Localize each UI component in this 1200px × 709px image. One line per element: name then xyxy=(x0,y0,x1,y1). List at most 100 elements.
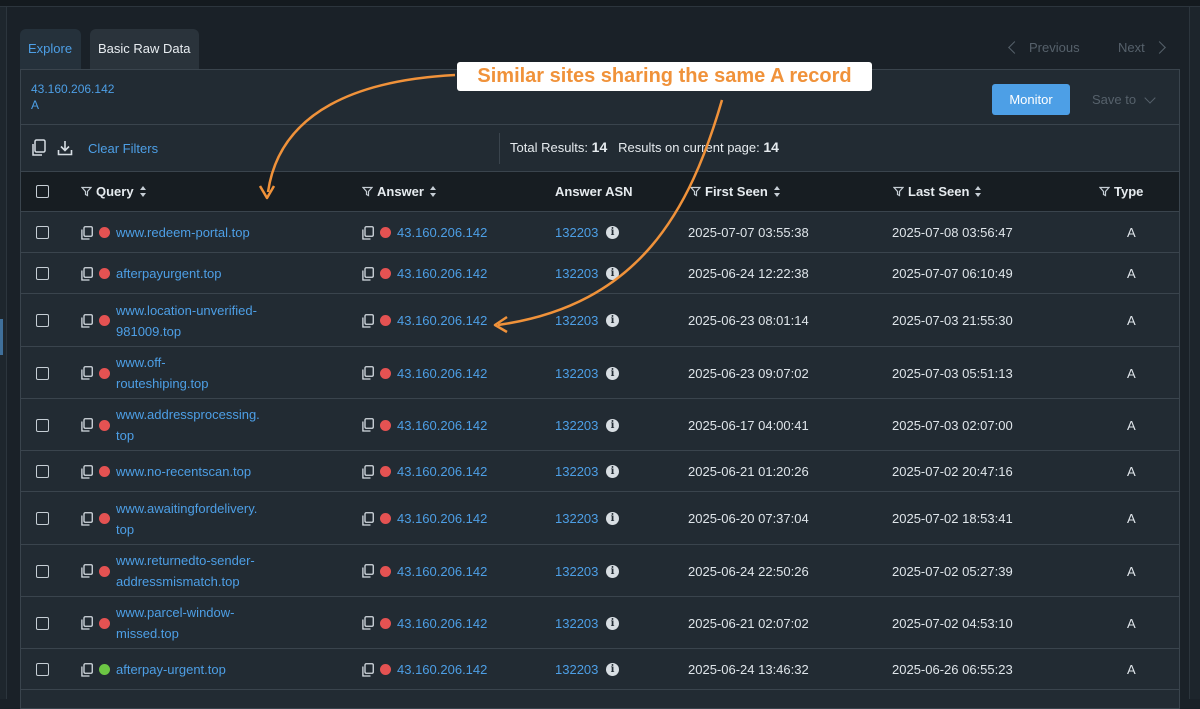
info-icon[interactable]: i xyxy=(606,226,619,239)
info-icon[interactable]: i xyxy=(606,418,619,432)
right-scroll-gutter[interactable] xyxy=(1189,7,1200,699)
table-row[interactable]: www.returnedto-sender-addressmismatch.to… xyxy=(21,545,1179,597)
copy-icon[interactable] xyxy=(81,564,93,578)
asn-link[interactable]: 132203 xyxy=(555,508,598,529)
query-link[interactable]: afterpay-urgent.top xyxy=(116,659,226,680)
query-link[interactable]: www.no-recentscan.top xyxy=(116,461,251,482)
row-checkbox[interactable] xyxy=(36,663,49,676)
row-checkbox[interactable] xyxy=(36,366,49,380)
save-to-dropdown[interactable]: Save to xyxy=(1092,84,1156,115)
answer-link[interactable]: 43.160.206.142 xyxy=(397,461,487,482)
asn-link[interactable]: 132203 xyxy=(555,363,598,384)
filter-icon[interactable] xyxy=(893,186,904,197)
copy-icon[interactable] xyxy=(81,313,93,328)
filter-icon[interactable] xyxy=(690,186,701,197)
table-row[interactable]: afterpay-urgent.top 43.160.206.142 132203 i… xyxy=(21,649,1179,690)
column-last-seen[interactable]: Last Seen xyxy=(893,184,982,199)
asn-link[interactable]: 132203 xyxy=(555,263,598,284)
info-icon[interactable]: i xyxy=(606,267,619,280)
info-icon[interactable]: i xyxy=(606,465,619,478)
copy-icon[interactable] xyxy=(362,225,374,240)
copy-icon[interactable] xyxy=(362,313,374,328)
query-link[interactable]: www.parcel-window-missed.top xyxy=(116,602,234,644)
row-checkbox[interactable] xyxy=(36,512,49,525)
copy-icon[interactable] xyxy=(362,511,374,526)
table-row[interactable]: www.location-unverified- 981009.top 43.160… xyxy=(21,294,1179,347)
copy-icon[interactable] xyxy=(362,662,374,677)
copy-icon[interactable] xyxy=(362,564,374,578)
info-icon[interactable]: i xyxy=(606,366,619,380)
filter-icon[interactable] xyxy=(362,186,373,197)
previous-page-button[interactable]: Previous xyxy=(1008,40,1080,55)
asn-link[interactable]: 132203 xyxy=(555,222,598,243)
asn-link[interactable]: 132203 xyxy=(555,310,598,331)
row-checkbox[interactable] xyxy=(36,267,49,280)
copy-icon[interactable] xyxy=(81,366,93,380)
copy-icon[interactable] xyxy=(81,464,93,479)
search-ip-link[interactable]: 43.160.206.142 xyxy=(31,82,114,96)
table-row[interactable]: afterpayurgent.top 43.160.206.142 132203 i 2… xyxy=(21,253,1179,294)
copy-icon[interactable] xyxy=(362,616,374,630)
copy-icon[interactable] xyxy=(81,511,93,526)
copy-icon[interactable] xyxy=(362,366,374,380)
column-answer[interactable]: Answer xyxy=(362,184,437,199)
query-link[interactable]: www.returnedto-sender-addressmismatch.to… xyxy=(116,550,255,592)
row-checkbox[interactable] xyxy=(36,418,49,432)
search-record-type[interactable]: A xyxy=(31,98,39,112)
table-row[interactable]: www.no-recentscan.top 43.160.206.142 13220… xyxy=(21,451,1179,492)
monitor-button[interactable]: Monitor xyxy=(992,84,1070,115)
answer-link[interactable]: 43.160.206.142 xyxy=(397,508,487,529)
sort-icon[interactable] xyxy=(975,186,982,197)
query-link[interactable]: www.redeem-portal.top xyxy=(116,222,250,243)
sort-icon[interactable] xyxy=(429,186,437,197)
copy-icon[interactable] xyxy=(81,266,93,281)
query-link[interactable]: www.off-routeshiping.top xyxy=(116,352,209,394)
column-first-seen[interactable]: First Seen xyxy=(690,184,781,199)
table-row[interactable]: www.off-routeshiping.top 43.160.206.142 13… xyxy=(21,347,1179,399)
answer-link[interactable]: 43.160.206.142 xyxy=(397,613,487,634)
answer-link[interactable]: 43.160.206.142 xyxy=(397,310,487,331)
copy-icon[interactable] xyxy=(81,225,93,240)
table-row[interactable]: www.addressprocessing. top 43.160.206.142 1… xyxy=(21,399,1179,451)
sort-icon[interactable] xyxy=(139,186,147,197)
asn-link[interactable]: 132203 xyxy=(555,461,598,482)
query-link[interactable]: www.location-unverified- 981009.top xyxy=(116,300,257,342)
filter-icon[interactable] xyxy=(81,186,92,197)
query-link[interactable]: afterpayurgent.top xyxy=(116,263,222,284)
next-page-button[interactable]: Next xyxy=(1118,40,1166,55)
asn-link[interactable]: 132203 xyxy=(555,415,598,436)
answer-link[interactable]: 43.160.206.142 xyxy=(397,263,487,284)
info-icon[interactable]: i xyxy=(606,512,619,525)
row-checkbox[interactable] xyxy=(36,616,49,630)
info-icon[interactable]: i xyxy=(606,314,619,327)
row-checkbox[interactable] xyxy=(36,314,49,327)
copy-icon[interactable] xyxy=(81,662,93,677)
info-icon[interactable]: i xyxy=(606,564,619,578)
asn-link[interactable]: 132203 xyxy=(555,613,598,634)
copy-icon[interactable] xyxy=(31,139,47,157)
column-query[interactable]: Query xyxy=(81,184,147,199)
clear-filters-link[interactable]: Clear Filters xyxy=(88,141,158,156)
answer-link[interactable]: 43.160.206.142 xyxy=(397,561,487,582)
info-icon[interactable]: i xyxy=(606,616,619,630)
tab-basic-raw-data[interactable]: Basic Raw Data xyxy=(90,29,199,69)
row-checkbox[interactable] xyxy=(36,465,49,478)
row-checkbox[interactable] xyxy=(36,564,49,578)
answer-link[interactable]: 43.160.206.142 xyxy=(397,363,487,384)
copy-icon[interactable] xyxy=(81,616,93,630)
column-type[interactable]: Type xyxy=(1099,184,1143,199)
sort-icon[interactable] xyxy=(773,186,781,197)
copy-icon[interactable] xyxy=(81,418,93,432)
copy-icon[interactable] xyxy=(362,418,374,432)
answer-link[interactable]: 43.160.206.142 xyxy=(397,222,487,243)
table-row[interactable]: www.awaitingfordelivery. top 43.160.206.14… xyxy=(21,492,1179,545)
filter-icon[interactable] xyxy=(1099,186,1110,197)
table-row[interactable]: www.redeem-portal.top 43.160.206.142 13220… xyxy=(21,212,1179,253)
asn-link[interactable]: 132203 xyxy=(555,659,598,680)
copy-icon[interactable] xyxy=(362,266,374,281)
answer-link[interactable]: 43.160.206.142 xyxy=(397,415,487,436)
tab-explore[interactable]: Explore xyxy=(20,29,81,69)
download-icon[interactable] xyxy=(57,139,73,157)
answer-link[interactable]: 43.160.206.142 xyxy=(397,659,487,680)
asn-link[interactable]: 132203 xyxy=(555,561,598,582)
